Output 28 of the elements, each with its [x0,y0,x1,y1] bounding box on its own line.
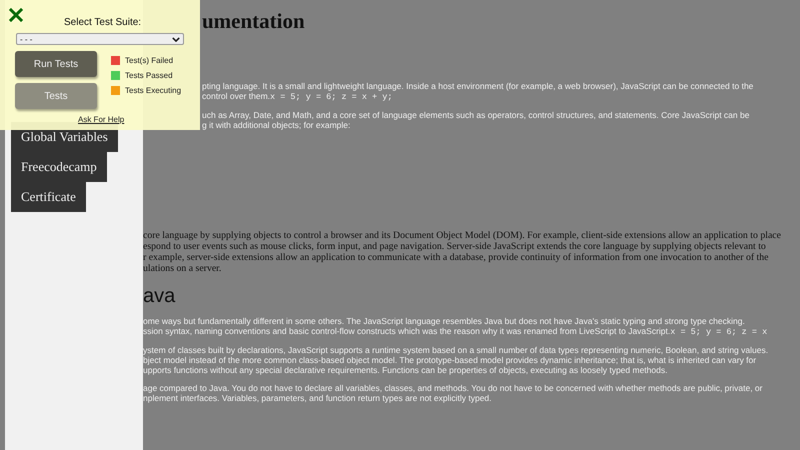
page-heading: umentation [202,8,305,34]
close-icon[interactable] [9,8,23,22]
text-line: ystem of classes built by declarations, JavaScript supports a runtime system based on a small number of data types representing numeric, Boolean, and string values. [143,345,768,355]
text-line: age compared to Java. You do not have to declare all variables, classes, and methods. You do not have to be concerned with whether methods are public, private, or [143,383,762,393]
legend-label: Tests Executing [125,86,182,95]
text-line: core language by supplying objects to control a browser and its Document Object Model (DOM). For example, client-side extensions allow an application to place [143,230,781,241]
text-line: control over them.x = 5; y = 6; z = x + y; [202,91,392,102]
text-line: nplement interfaces. Variables, parameters, and function return types are not explicitly typed. [143,393,492,403]
text-line: ssion syntax, naming conventions and basic control-flow constructs which was the reason why it was renamed from LiveScript to JavaScript.x = 5; y = 6; z = x [143,326,768,337]
text-line: espond to user events such as mouse clicks, form input, and page navigation. Server-side JavaScript extends the core language by supplying objects relevant to [143,241,766,252]
section-heading: ava [143,284,176,308]
help-link[interactable]: Ask For Help [78,115,124,124]
caret-icon [172,36,180,42]
text-line: bject model instead of the more common class-based object model. The prototype-based model provides dynamic inheritance; that is, what is inherited can vary for [143,355,756,365]
text-line: upports functions without any special declarative requirements. Functions can be properties of objects, executing as loosely typed methods. [143,365,668,375]
nav-link[interactable]: Freecodecamp [11,152,107,182]
test-suite-dropdown[interactable]: - - - [16,33,184,45]
text-line: uch as Array, Date, and Math, and a core set of language elements such as operators, control structures, and statements. Core JavaScript can be [202,110,750,120]
select-label: Select Test Suite: [64,17,142,29]
legend-label: Test(s) Failed [125,56,174,65]
text-line: r example, server-side extensions allow an application to communicate with a database, provide continuity of information from one invocation to another of the [143,252,769,263]
legend-label: Tests Passed [125,71,173,80]
text-line: ome ways but fundamentally different in some others. The JavaScript language resembles Java but does not have Java's static typing and strong type checking. [143,316,745,326]
text-line: pting language. It is a small and lightweight language. Inside a host environment (for example, a web browser), JavaScript can be connected to the [202,81,754,91]
nav-link[interactable]: Certificate [11,182,86,212]
text-line: ulations on a server. [143,263,222,274]
text-line: g it with additional objects; for example: [202,120,350,130]
test-button[interactable]: Run Tests [15,51,97,77]
